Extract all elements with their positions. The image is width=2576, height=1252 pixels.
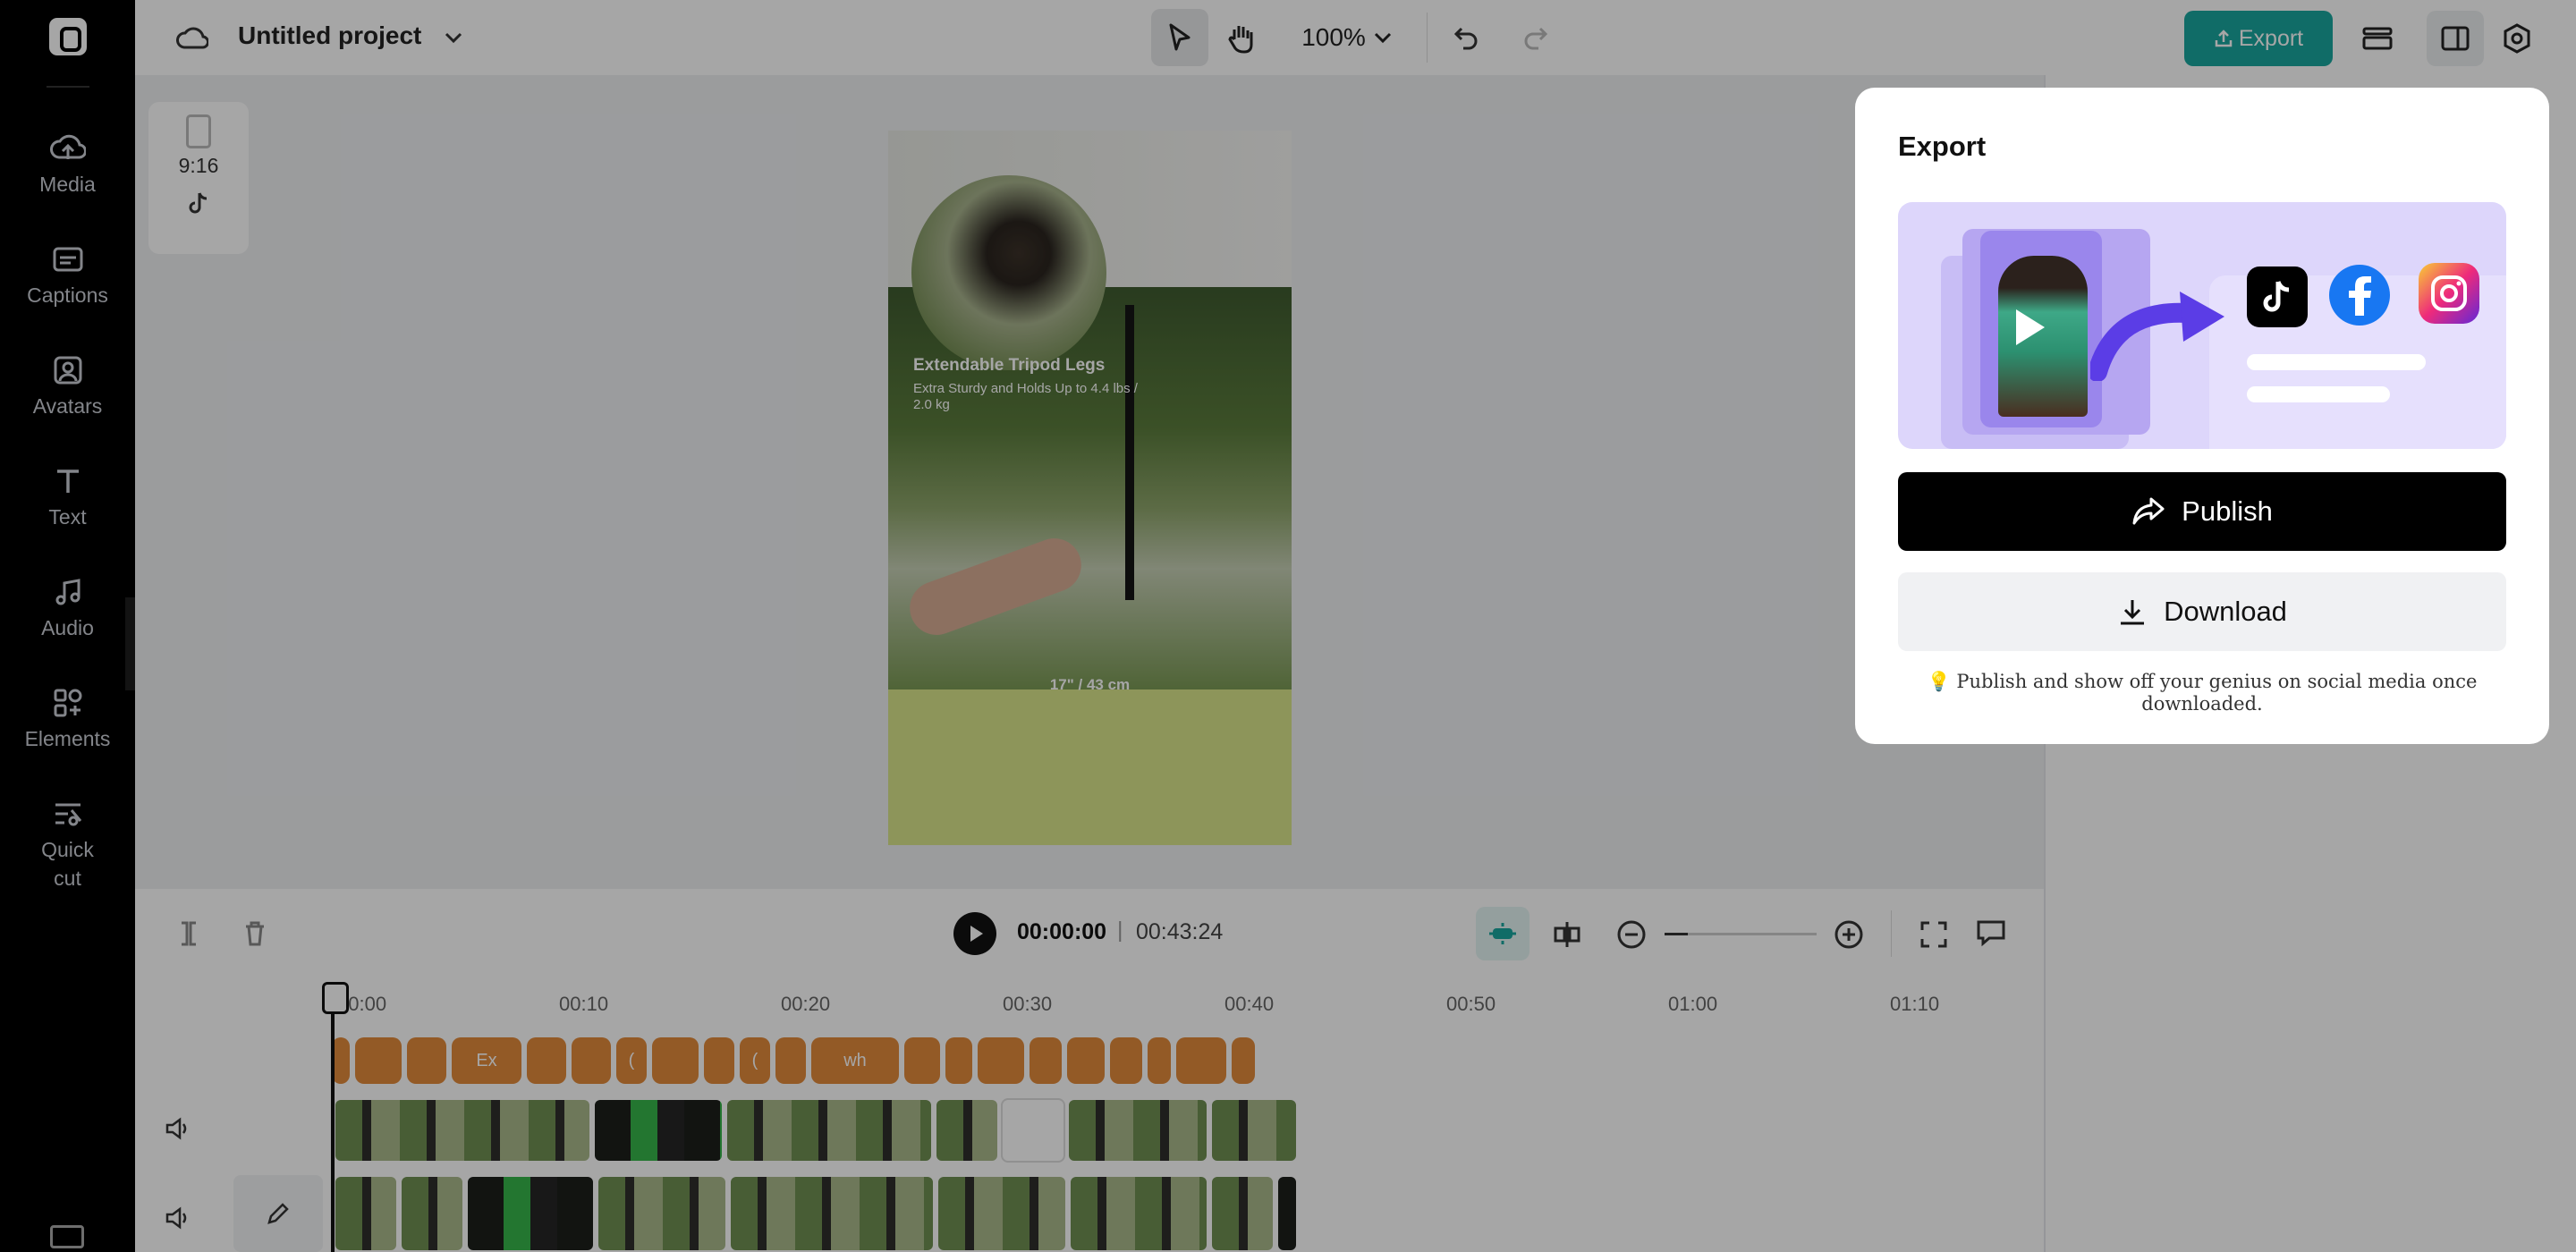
share-icon [2132,497,2165,525]
download-button[interactable]: Download [1898,572,2506,651]
tiktok-icon [2247,266,2308,327]
arrow-icon [2090,292,2224,381]
publish-label: Publish [2182,495,2273,527]
export-popover: Export Publish Download 💡 Publish and sh… [1855,88,2549,744]
download-icon [2121,600,2145,625]
popover-title: Export [1898,131,1987,162]
illus-line [2247,386,2390,402]
instagram-icon [2419,263,2479,324]
export-tip: 💡 Publish and show off your genius on so… [1927,671,2478,715]
facebook-icon [2329,265,2390,326]
illus-line [2247,354,2426,370]
publish-button[interactable]: Publish [1898,472,2506,551]
play-icon [2016,309,2045,345]
export-illustration [1898,202,2506,449]
download-label: Download [2164,596,2287,627]
